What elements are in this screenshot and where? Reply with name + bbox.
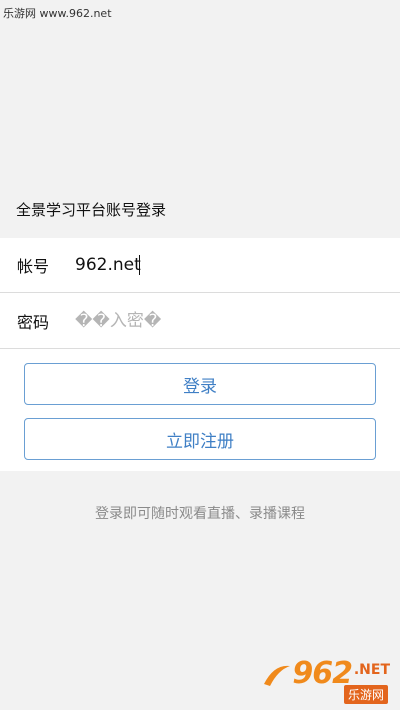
password-row: 密码 [0,294,400,348]
register-button[interactable]: 立即注册 [24,418,376,460]
text-caret [139,255,140,275]
site-logo: 962 .NET 乐游网 [262,656,392,704]
login-form: 帐号 密码 登录 立即注册 [0,238,400,471]
logo-cn-text: 乐游网 [343,685,388,704]
divider [0,292,400,293]
divider [0,348,400,349]
password-label: 密码 [17,313,50,332]
password-input[interactable] [75,304,375,338]
login-button[interactable]: 登录 [24,363,376,405]
login-hint: 登录即可随时观看直播、录播课程 [95,506,305,522]
watermark-text: 乐游网 www.962.net [3,7,112,20]
logo-suffix: .NET [353,662,390,678]
page-title: 全景学习平台账号登录 [16,201,167,219]
account-row: 帐号 [0,238,400,292]
account-input[interactable] [75,248,375,282]
logo-swoosh-icon [264,665,290,686]
account-label: 帐号 [17,257,50,276]
